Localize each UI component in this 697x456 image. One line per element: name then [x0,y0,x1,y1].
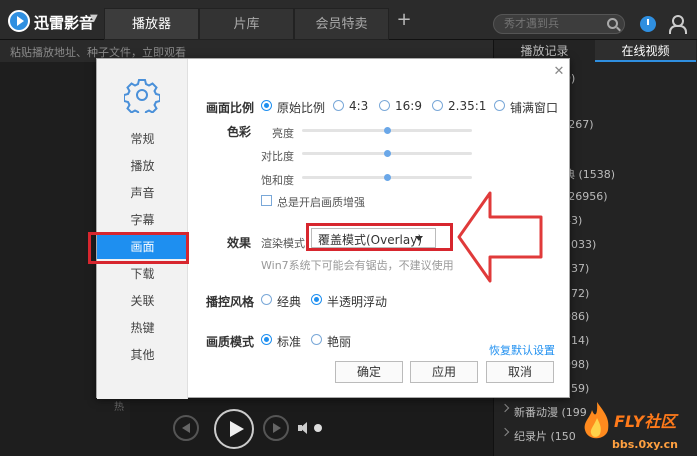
aspect-16-9-radio[interactable] [379,100,390,111]
watermark-url: bbs.0xy.cn [612,438,678,451]
watermark-brand: FLY社区 [614,412,677,431]
hot-label: 热 [114,402,124,413]
top-bar: 迅雷影音 ▼ 播放器 片库 会员特卖 + [0,0,697,40]
settings-dialog: 常规 播放 声音 字幕 画面 下载 关联 热键 其他 ✕ 画面比例 原始比例 4… [88,58,570,399]
render-mode-label: 渲染模式 [261,237,305,250]
contrast-slider-knob[interactable] [383,150,391,157]
brightness-slider-knob[interactable] [383,127,391,134]
sidebar-item-audio[interactable]: 声音 [97,181,188,205]
highlight-box [306,223,453,251]
quality-standard-radio[interactable] [261,334,272,345]
aspect-original-radio[interactable] [261,100,272,111]
effect-label: 效果 [227,236,252,250]
sidebar-item-subtitle[interactable]: 字幕 [97,208,188,232]
brightness-label: 亮度 [272,127,294,140]
search-icon[interactable] [607,18,618,29]
sidebar-item-general[interactable]: 常规 [97,127,188,151]
control-style-classic-radio[interactable] [261,294,272,305]
add-tab-icon[interactable]: + [394,8,414,32]
sidebar-item-other[interactable]: 其他 [97,343,188,367]
gear-icon [124,79,160,113]
control-style-classic-label[interactable]: 经典 [277,293,301,310]
player-controls [130,400,493,456]
tab-member-sale[interactable]: 会员特卖 [294,8,389,40]
volume-icon[interactable] [298,422,308,434]
render-warning: Win7系统下可能会有锯齿，不建议使用 [261,259,454,272]
app-logo-icon[interactable] [8,10,30,32]
control-style-label: 播控风格 [206,295,255,309]
ok-button[interactable]: 确定 [335,361,403,383]
chevron-right-icon [500,403,510,413]
volume-slider-knob[interactable] [314,424,322,432]
enhance-label[interactable]: 总是开启画质增强 [277,194,365,210]
sidebar-item-playback[interactable]: 播放 [97,154,188,178]
saturation-label: 饱和度 [261,174,294,187]
search-input[interactable] [504,17,604,30]
tab-player[interactable]: 播放器 [104,8,199,40]
sidebar-item-association[interactable]: 关联 [97,289,188,313]
search-box[interactable] [493,14,625,34]
aspect-2-35-label[interactable]: 2.35:1 [448,99,486,113]
color-label: 色彩 [227,125,252,139]
sidebar-item-download[interactable]: 下载 [97,262,188,286]
flame-logo-icon [584,402,609,439]
chevron-right-icon [500,427,510,437]
aspect-16-9-label[interactable]: 16:9 [395,99,422,113]
cancel-button[interactable]: 取消 [486,361,554,383]
tab-library[interactable]: 片库 [199,8,294,40]
play-icon[interactable] [214,409,254,449]
restore-default-link[interactable]: 恢复默认设置 [489,342,555,358]
saturation-slider-knob[interactable] [383,174,391,181]
previous-icon[interactable] [173,415,199,441]
annotation-arrow-icon [457,191,543,283]
tab-online-video[interactable]: 在线视频 [595,40,696,62]
aspect-fill-label[interactable]: 铺满窗口 [510,99,558,116]
control-style-float-label[interactable]: 半透明浮动 [327,293,387,310]
quality-vivid-radio[interactable] [311,334,322,345]
watermark: FLY社区 bbs.0xy.cn [576,398,697,456]
user-icon[interactable] [668,15,687,34]
contrast-label: 对比度 [261,150,294,163]
aspect-fill-radio[interactable] [494,100,505,111]
settings-sidebar: 常规 播放 声音 字幕 画面 下载 关联 热键 其他 [97,59,188,399]
quality-mode-label: 画质模式 [206,335,255,349]
aspect-4-3-radio[interactable] [333,100,344,111]
aspect-4-3-label[interactable]: 4:3 [349,99,368,113]
aspect-2-35-radio[interactable] [432,100,443,111]
sidebar-item-hotkey[interactable]: 热键 [97,316,188,340]
app-title[interactable]: 迅雷影音 [34,12,94,33]
next-icon[interactable] [263,415,289,441]
aspect-original-label[interactable]: 原始比例 [277,99,325,116]
control-style-float-radio[interactable] [311,294,322,305]
aspect-ratio-label: 画面比例 [206,101,255,115]
quality-standard-label[interactable]: 标准 [277,333,301,350]
quality-vivid-label[interactable]: 艳丽 [327,333,351,350]
highlight-box [88,232,189,264]
close-icon[interactable]: ✕ [553,65,565,78]
clock-icon[interactable] [640,16,656,32]
chevron-down-icon[interactable]: ▼ [90,13,98,24]
apply-button[interactable]: 应用 [410,361,478,383]
enhance-checkbox[interactable] [261,195,272,206]
